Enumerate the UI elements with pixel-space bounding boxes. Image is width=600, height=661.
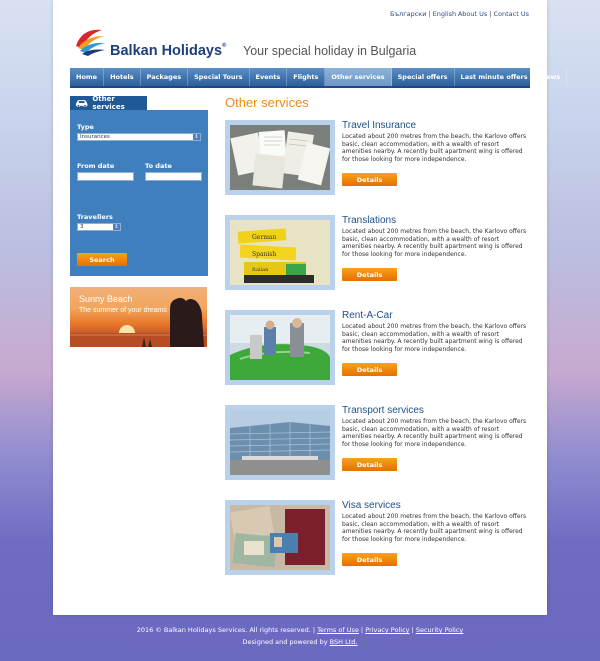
- details-button[interactable]: Details: [342, 363, 397, 376]
- contact-link[interactable]: Contact Us: [494, 10, 530, 18]
- service-thumbnail[interactable]: [225, 500, 335, 575]
- service-item: Transport services Located about 200 met…: [225, 405, 531, 481]
- footer: 2016 © Balkan Holidays Services. All rig…: [0, 624, 600, 648]
- service-thumbnail[interactable]: [225, 120, 335, 195]
- dictionaries-photo: German Spanish Italian: [230, 220, 330, 285]
- passports-photo: [230, 505, 330, 570]
- service-description: Located about 200 metres from the beach,…: [342, 513, 527, 543]
- travellers-select-value: 3: [80, 224, 84, 230]
- tab-other-services[interactable]: Other services: [70, 95, 147, 111]
- search-panel: Other services Type Insurances ⇕ From da…: [70, 95, 208, 276]
- service-title[interactable]: Transport services: [342, 405, 424, 416]
- service-thumbnail[interactable]: [225, 310, 335, 385]
- search-button[interactable]: Search: [77, 253, 127, 266]
- page-title: Other services: [225, 95, 309, 110]
- svg-text:German: German: [252, 234, 276, 241]
- service-thumbnail[interactable]: German Spanish Italian: [225, 215, 335, 290]
- documents-photo: [230, 125, 330, 190]
- car-rental-photo: [230, 315, 330, 380]
- logo-icon[interactable]: [72, 24, 106, 58]
- nav-special-offers[interactable]: Special offers: [392, 68, 455, 86]
- type-select[interactable]: Insurances ⇕: [77, 133, 201, 141]
- service-item: Travel Insurance Located about 200 metre…: [225, 120, 531, 196]
- nav-flights[interactable]: Flights: [287, 68, 326, 86]
- nav-home[interactable]: Home: [70, 68, 105, 86]
- search-form: Type Insurances ⇕ From date To date Trav…: [70, 110, 208, 276]
- nav-special-tours[interactable]: Special Tours: [188, 68, 250, 86]
- utility-links: About Us | Contact Us: [457, 10, 530, 18]
- promo-title: Sunny Beach: [79, 294, 133, 304]
- details-button[interactable]: Details: [342, 458, 397, 471]
- service-description: Located about 200 metres from the beach,…: [342, 323, 527, 353]
- service-description: Located about 200 metres from the beach,…: [342, 228, 527, 258]
- from-date-input[interactable]: [77, 172, 134, 181]
- to-date-label: To date: [145, 162, 172, 170]
- main-nav: Home Hotels Packages Special Tours Event…: [70, 68, 568, 88]
- service-item: Visa services Located about 200 metres f…: [225, 500, 531, 576]
- airport-photo: [230, 410, 330, 475]
- powered-by-link[interactable]: BSH Ltd.: [330, 638, 358, 646]
- security-link[interactable]: Security Policy: [416, 626, 463, 634]
- service-title[interactable]: Travel Insurance: [342, 120, 416, 131]
- nav-hotels[interactable]: Hotels: [104, 68, 141, 86]
- lang-en-link[interactable]: English: [433, 10, 456, 18]
- service-title[interactable]: Visa services: [342, 500, 401, 511]
- tab-label: Other services: [92, 95, 125, 111]
- from-date-label: From date: [77, 162, 115, 170]
- language-switcher: Български | English: [390, 10, 457, 18]
- svg-text:Spanish: Spanish: [252, 251, 276, 258]
- powered-by-text: Designed and powered by: [242, 638, 328, 646]
- service-title[interactable]: Rent-A-Car: [342, 310, 393, 321]
- nav-other-services[interactable]: Other services: [325, 68, 392, 86]
- type-label: Type: [77, 123, 94, 131]
- nav-news[interactable]: News: [535, 68, 568, 86]
- travellers-select[interactable]: 3 ⇕: [77, 223, 121, 231]
- promo-banner[interactable]: Sunny Beach The summer of your dreams: [70, 287, 207, 347]
- privacy-link[interactable]: Privacy Policy: [365, 626, 409, 634]
- lang-bg-link[interactable]: Български: [390, 10, 426, 18]
- service-title[interactable]: Translations: [342, 215, 396, 226]
- about-link[interactable]: About Us: [458, 10, 487, 18]
- nav-events[interactable]: Events: [250, 68, 288, 86]
- footer-links-row: 2016 © Balkan Holidays Services. All rig…: [136, 626, 464, 634]
- promo-subtitle: The summer of your dreams: [79, 307, 167, 314]
- powered-by-row: Designed and powered by BSH Ltd.: [0, 636, 600, 648]
- nav-last-minute-offers[interactable]: Last minute offers: [455, 68, 535, 86]
- details-button[interactable]: Details: [342, 553, 397, 566]
- select-arrow-icon: ⇕: [193, 134, 200, 140]
- nav-packages[interactable]: Packages: [141, 68, 189, 86]
- page-container: Български | English About Us | Contact Us Ba…: [53, 0, 568, 615]
- service-description: Located about 200 metres from the beach,…: [342, 418, 527, 448]
- copyright-text: 2016 © Balkan Holidays Services. All rig…: [136, 626, 311, 634]
- terms-link[interactable]: Terms of Use: [317, 626, 359, 634]
- details-button[interactable]: Details: [342, 268, 397, 281]
- registered-mark: ®: [222, 43, 227, 49]
- to-date-input[interactable]: [145, 172, 202, 181]
- car-icon: [75, 100, 88, 107]
- type-select-value: Insurances: [80, 134, 110, 140]
- service-description: Located about 200 metres from the beach,…: [342, 133, 527, 163]
- travellers-label: Travellers: [77, 213, 113, 221]
- select-arrow-icon: ⇕: [113, 224, 120, 230]
- service-thumbnail[interactable]: [225, 405, 335, 480]
- service-item: Rent-A-Car Located about 200 metres from…: [225, 310, 531, 386]
- svg-text:Italian: Italian: [252, 267, 269, 273]
- service-item: German Spanish Italian Translations Loca…: [225, 215, 531, 291]
- brand-name[interactable]: Balkan Holidays®: [110, 43, 226, 59]
- tagline: Your special holiday in Bulgaria: [243, 44, 417, 58]
- details-button[interactable]: Details: [342, 173, 397, 186]
